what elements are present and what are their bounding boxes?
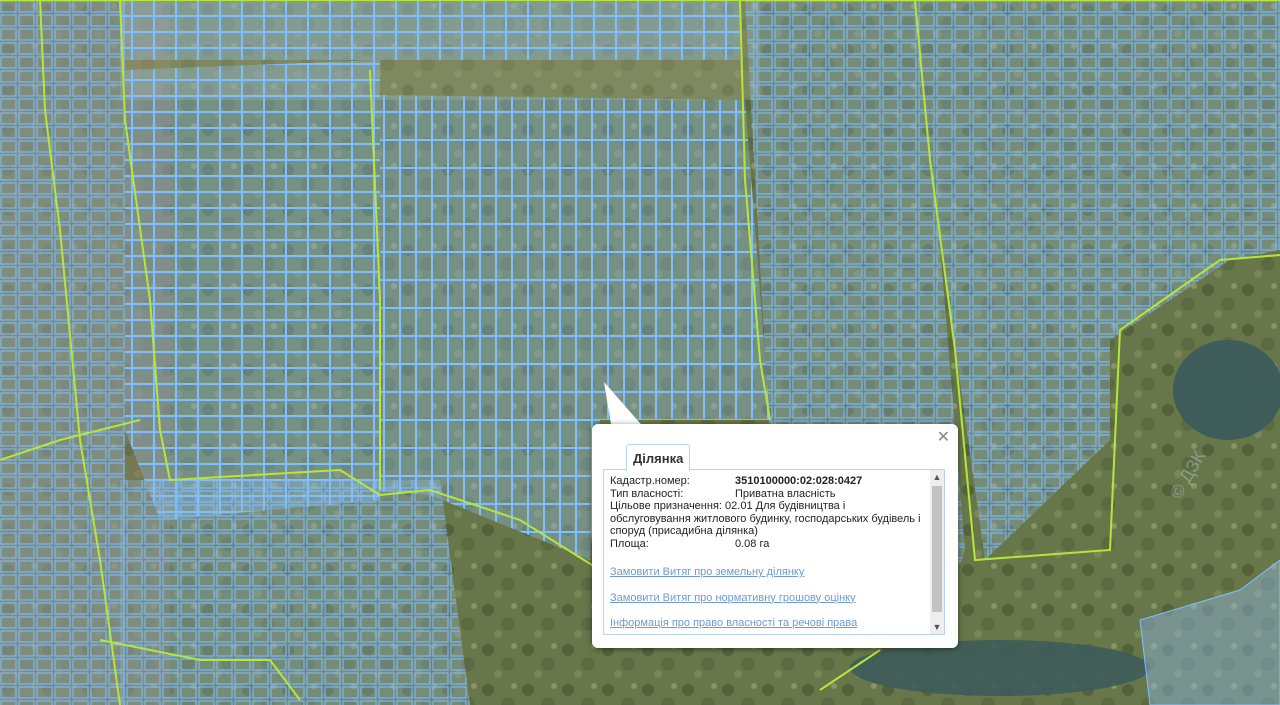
field-value: 3510100000:02:028:0427	[735, 475, 863, 487]
tab-parcel[interactable]: Ділянка	[626, 444, 691, 471]
parcel-info-content: Кадастр.номер: 3510100000:02:028:0427 Ти…	[610, 475, 926, 630]
field-area: Площа: 0.08 га	[610, 538, 926, 551]
field-cadastral-number: Кадастр.номер: 3510100000:02:028:0427	[610, 475, 926, 488]
parcel-block-top	[120, 0, 740, 60]
field-value: 0.08 га	[735, 537, 770, 550]
field-label: Площа:	[610, 537, 649, 550]
lake	[1173, 340, 1280, 440]
scrollbar[interactable]: ▲ ▼	[930, 470, 944, 634]
scroll-down-icon[interactable]: ▼	[930, 620, 944, 634]
lake-bottom	[850, 640, 1150, 696]
parcel-info-panel: Кадастр.номер: 3510100000:02:028:0427 Ти…	[603, 469, 945, 635]
field-label: Цільове призначення:	[610, 500, 722, 512]
parcel-info-popup: ✕ Ділянка Кадастр.номер: 3510100000:02:0…	[592, 424, 958, 648]
field-purpose: Цільове призначення: 02.01 Для будівницт…	[610, 500, 926, 538]
field-label: Тип власності:	[610, 487, 684, 500]
order-valuation-extract-link[interactable]: Замовити Витяг про нормативну грошову оц…	[610, 592, 926, 605]
close-icon[interactable]: ✕	[937, 430, 950, 446]
field-label: Кадастр.номер:	[610, 475, 690, 487]
field-ownership-type: Тип власності: Приватна власність	[610, 488, 926, 501]
order-land-extract-link[interactable]: Замовити Витяг про земельну ділянку	[610, 566, 926, 579]
field-value: Приватна власність	[735, 487, 836, 500]
parcel-block-southwest	[120, 480, 470, 705]
ownership-rights-info-link[interactable]: Інформація про право власності та речові…	[610, 617, 926, 630]
scroll-up-icon[interactable]: ▲	[930, 470, 944, 484]
scrollbar-thumb[interactable]	[932, 486, 942, 612]
